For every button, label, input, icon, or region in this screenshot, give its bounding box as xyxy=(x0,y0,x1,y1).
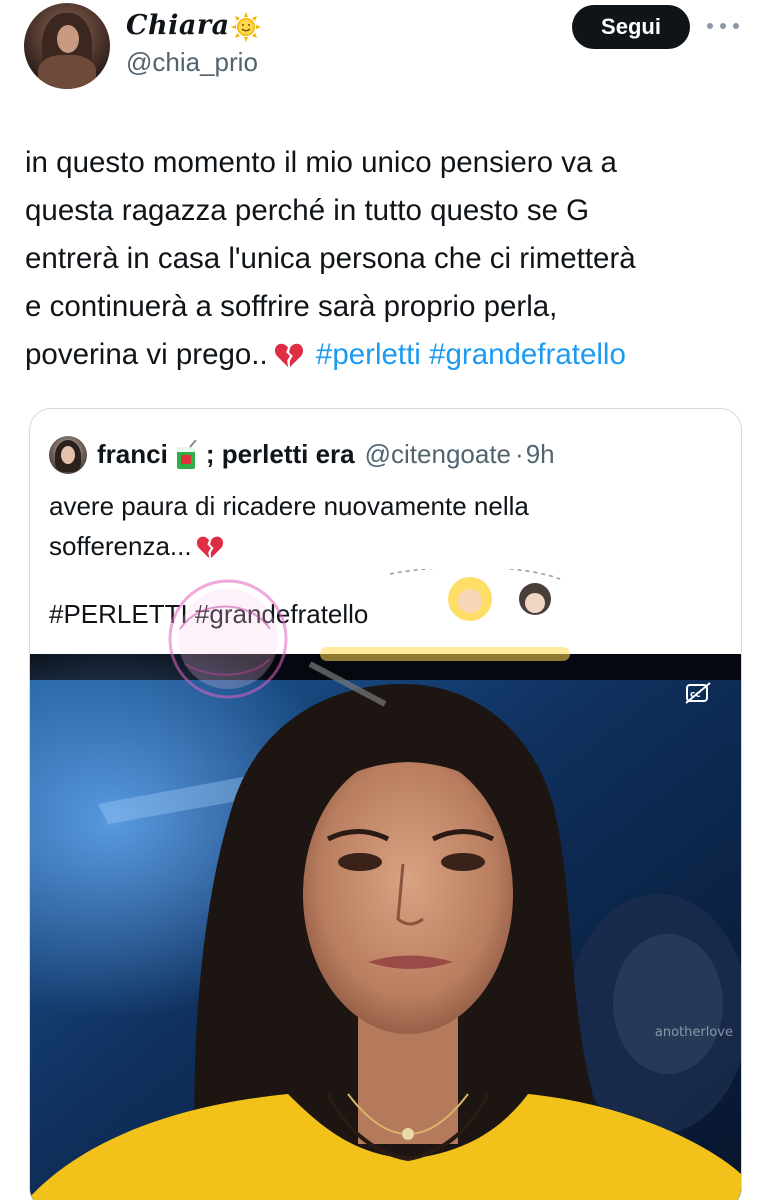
quoted-line: avere paura di ricadere nuovamente nella xyxy=(49,491,529,521)
quoted-line: sofferenza... xyxy=(49,531,192,561)
more-options-icon[interactable] xyxy=(707,16,739,36)
quoted-last-line: sofferenza... xyxy=(49,526,719,566)
quoted-hashtags[interactable]: #PERLETTI #grandefratello xyxy=(49,599,368,630)
media-watermark-caption: anotherlove xyxy=(654,1025,733,1040)
author-display-name[interactable]: Chiara xyxy=(126,10,230,41)
crying-woman-photo xyxy=(30,654,741,1200)
quoted-author-handle[interactable]: @citengoate xyxy=(365,439,511,470)
juice-box-icon xyxy=(176,439,197,469)
quoted-tweet-card[interactable]: franci ; perletti era @citengoate · 9h a… xyxy=(29,408,742,1200)
hashtag-link[interactable]: #perletti xyxy=(316,338,421,371)
broken-heart-icon xyxy=(196,536,223,559)
quoted-author-avatar[interactable] xyxy=(49,436,87,474)
hashtag-link[interactable]: #grandefratello xyxy=(429,338,626,371)
tweet-line: poverina vi prego.. xyxy=(25,338,268,371)
author-avatar[interactable] xyxy=(24,3,110,89)
tweet-page: Chiara @chia_prio Segui in questo moment… xyxy=(0,0,764,1200)
tweet-text: in questo momento il mio unico pensiero … xyxy=(25,139,745,379)
tweet-line: e continuerà a soffrire sarà proprio per… xyxy=(25,290,558,323)
quoted-tweet-time[interactable]: 9h xyxy=(526,439,555,470)
tweet-line: in questo momento il mio unico pensiero … xyxy=(25,146,617,179)
closed-captions-off-icon[interactable]: cc xyxy=(685,682,711,704)
quoted-media-image[interactable]: cc anotherlove xyxy=(30,654,741,1200)
quoted-tweet-text: avere paura di ricadere nuovamente nella… xyxy=(49,486,719,566)
broken-heart-icon xyxy=(274,343,303,368)
sun-with-face-icon xyxy=(231,12,261,42)
tweet-last-line: poverina vi prego.. #perletti #grandefra… xyxy=(25,331,745,379)
author-handle[interactable]: @chia_prio xyxy=(126,47,258,78)
tweet-line: questa ragazza perché in tutto questo se… xyxy=(25,194,590,227)
quoted-author-name-suffix[interactable]: ; perletti era xyxy=(206,439,355,470)
header-separator: · xyxy=(515,439,524,469)
quoted-tweet-header: franci ; perletti era @citengoate · 9h xyxy=(97,439,555,470)
quoted-author-name[interactable]: franci xyxy=(97,439,168,470)
follow-button[interactable]: Segui xyxy=(572,5,690,49)
tweet-line: entrerà in casa l'unica persona che ci r… xyxy=(25,242,636,275)
